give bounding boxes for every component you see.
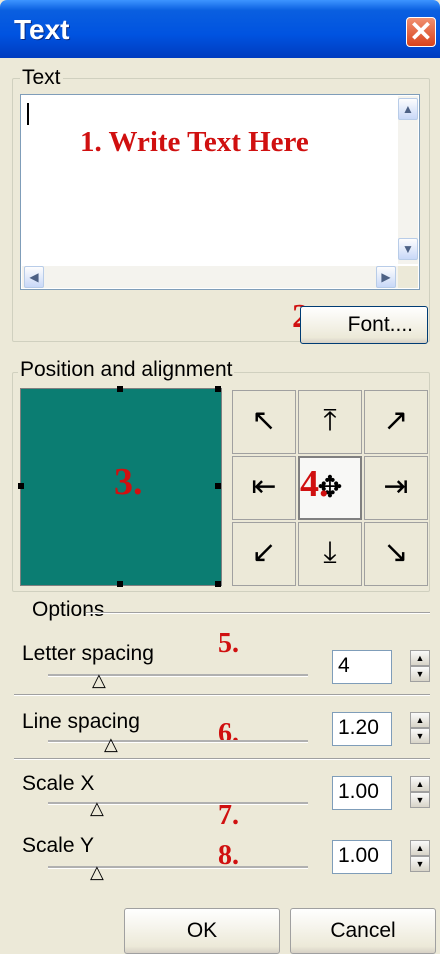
align-bottom-right[interactable]: ↘	[364, 522, 428, 586]
options-divider	[14, 758, 430, 760]
letter-spacing-value: 4	[338, 654, 350, 677]
arrow-top-icon: ⤒	[323, 403, 337, 438]
align-top-right[interactable]: ↗	[364, 390, 428, 454]
align-bottom-left[interactable]: ↙	[232, 522, 296, 586]
text-input-area[interactable]	[20, 94, 420, 290]
scale-x-stepper[interactable]: ▲ ▼	[410, 776, 430, 810]
preview-handle[interactable]	[215, 386, 221, 392]
line-spacing-input[interactable]: 1.20	[332, 712, 392, 746]
options-group-label: Options	[30, 598, 107, 622]
letter-spacing-slider-thumb[interactable]: △	[92, 670, 106, 691]
step-down-icon[interactable]: ▼	[410, 792, 430, 808]
text-annotation: 1. Write Text Here	[80, 126, 309, 158]
scale-y-slider[interactable]	[48, 866, 308, 869]
letter-spacing-input[interactable]: 4	[332, 650, 392, 684]
ok-button-label: OK	[186, 919, 218, 942]
step-down-icon[interactable]: ▼	[410, 666, 430, 682]
step-up-icon[interactable]: ▲	[410, 712, 430, 728]
options-divider	[14, 694, 430, 696]
line-spacing-label: Line spacing	[22, 710, 140, 733]
scale-x-slider-thumb[interactable]: △	[90, 798, 104, 819]
scroll-down-icon[interactable]: ▼	[398, 238, 418, 260]
arrow-top-left-icon: ↖	[251, 403, 277, 438]
scale-y-value: 1.00	[338, 844, 379, 867]
letter-spacing-stepper[interactable]: ▲ ▼	[410, 650, 430, 684]
scroll-corner	[398, 266, 418, 288]
align-top-left[interactable]: ↖	[232, 390, 296, 454]
arrow-bottom-icon: ⤓	[323, 535, 337, 570]
step-up-icon[interactable]: ▲	[410, 840, 430, 856]
align-middle-right[interactable]: ⇥	[364, 456, 428, 520]
line-spacing-slider[interactable]	[48, 740, 308, 743]
options-separator	[86, 612, 430, 614]
step-up-icon[interactable]: ▲	[410, 650, 430, 666]
scale-x-label: Scale X	[22, 772, 95, 795]
scale-x-marker: 7.	[218, 800, 239, 831]
arrow-bottom-right-icon: ↘	[383, 535, 409, 570]
font-button-label: Font....	[347, 313, 413, 336]
step-down-icon[interactable]: ▼	[410, 856, 430, 872]
preview-marker: 3.	[114, 461, 143, 503]
scroll-left-icon[interactable]: ◀	[24, 266, 44, 288]
cancel-button[interactable]: Cancel	[290, 908, 436, 954]
letter-spacing-slider[interactable]	[48, 674, 308, 677]
preview-handle[interactable]	[18, 483, 24, 489]
scale-x-slider[interactable]	[48, 802, 308, 805]
line-spacing-marker: 6.	[218, 718, 239, 749]
preview-handle[interactable]	[215, 581, 221, 587]
letter-spacing-label: Letter spacing	[22, 642, 154, 665]
scale-x-input[interactable]: 1.00	[332, 776, 392, 810]
scale-y-input[interactable]: 1.00	[332, 840, 392, 874]
arrow-right-icon: ⇥	[383, 469, 409, 504]
cancel-button-label: Cancel	[330, 919, 396, 942]
step-down-icon[interactable]: ▼	[410, 728, 430, 744]
scale-y-slider-thumb[interactable]: △	[90, 862, 104, 883]
text-dialog: Text ✕ Text 1. Write Text Here ▲ ▼ ◀ ▶ 2…	[0, 0, 440, 954]
font-button[interactable]: Font....	[300, 306, 428, 344]
align-bottom-center[interactable]: ⤓	[298, 522, 362, 586]
preview-handle[interactable]	[117, 386, 123, 392]
align-top-center[interactable]: ⤒	[298, 390, 362, 454]
title-bar: Text ✕	[0, 0, 440, 58]
letter-spacing-marker: 5.	[218, 628, 239, 659]
preview-handle[interactable]	[215, 483, 221, 489]
arrow-top-right-icon: ↗	[383, 403, 409, 438]
line-spacing-value: 1.20	[338, 716, 379, 739]
close-button[interactable]: ✕	[406, 16, 436, 47]
horizontal-scrollbar[interactable]: ◀ ▶	[22, 266, 398, 288]
ok-button[interactable]: OK	[124, 908, 280, 954]
scroll-up-icon[interactable]: ▲	[398, 98, 418, 120]
window-title: Text	[14, 14, 70, 45]
arrow-left-icon: ⇤	[251, 469, 277, 504]
vertical-scrollbar[interactable]: ▲ ▼	[398, 96, 418, 264]
position-group-label: Position and alignment	[18, 358, 235, 382]
grid-marker: 4.	[300, 463, 329, 505]
scale-x-value: 1.00	[338, 780, 379, 803]
preview-handle[interactable]	[117, 581, 123, 587]
line-spacing-slider-thumb[interactable]: △	[104, 734, 118, 755]
text-group-label: Text	[20, 66, 63, 90]
scroll-right-icon[interactable]: ▶	[376, 266, 396, 288]
close-icon: ✕	[409, 16, 433, 47]
text-caret	[27, 103, 29, 125]
scale-y-label: Scale Y	[22, 834, 94, 857]
arrow-bottom-left-icon: ↙	[251, 535, 277, 570]
scale-y-stepper[interactable]: ▲ ▼	[410, 840, 430, 874]
line-spacing-stepper[interactable]: ▲ ▼	[410, 712, 430, 746]
align-middle-left[interactable]: ⇤	[232, 456, 296, 520]
step-up-icon[interactable]: ▲	[410, 776, 430, 792]
